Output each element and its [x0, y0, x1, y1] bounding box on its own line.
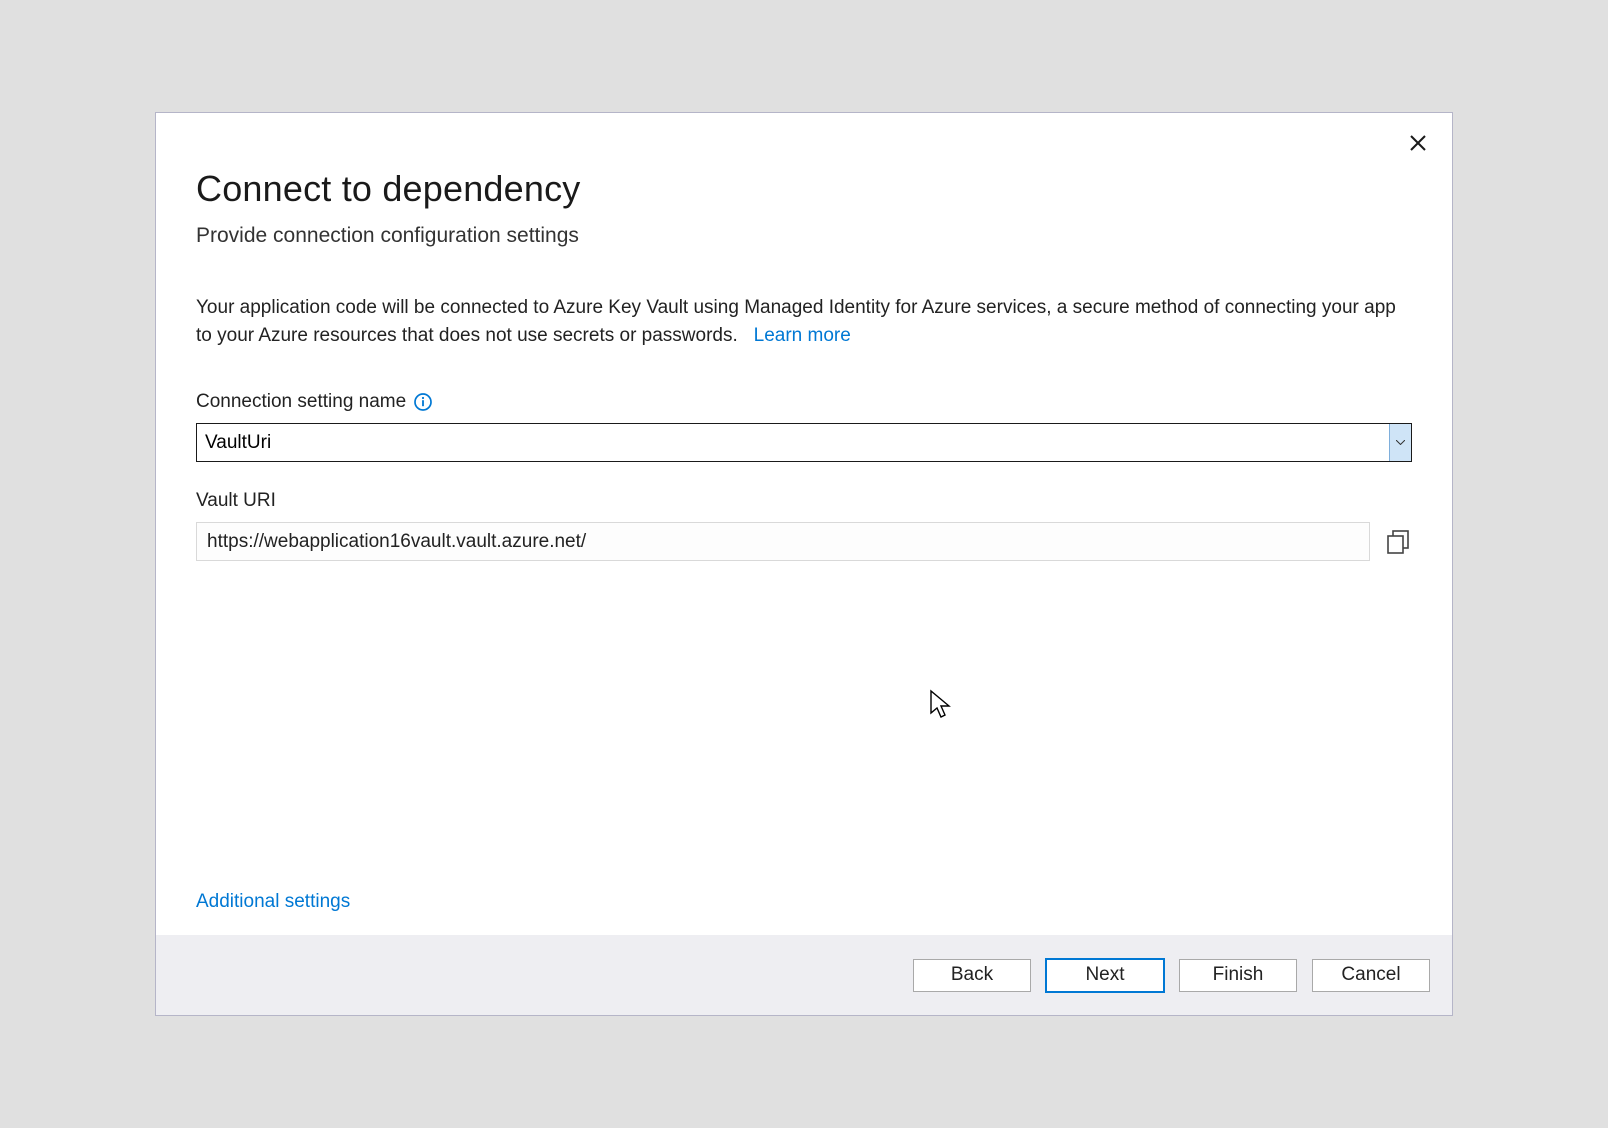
dialog-window: Connect to dependency Provide connection… [155, 112, 1453, 1016]
vault-uri-field: Vault URI [196, 490, 1412, 561]
next-button[interactable]: Next [1046, 959, 1164, 992]
page-title: Connect to dependency [196, 168, 1412, 210]
chevron-down-icon [1396, 440, 1405, 445]
connection-setting-combo [196, 423, 1412, 462]
connection-setting-field: Connection setting name [196, 391, 1412, 462]
description-text: Your application code will be connected … [196, 294, 1412, 349]
page-subtitle: Provide connection configuration setting… [196, 224, 1412, 248]
connection-setting-label-row: Connection setting name [196, 391, 1412, 413]
info-icon[interactable] [414, 393, 432, 411]
connection-setting-input[interactable] [197, 424, 1389, 461]
vault-uri-label-row: Vault URI [196, 490, 1412, 512]
connection-setting-label: Connection setting name [196, 391, 406, 413]
vault-uri-input[interactable] [196, 522, 1370, 561]
connection-setting-dropdown[interactable] [1389, 424, 1411, 461]
copy-icon [1384, 528, 1412, 556]
additional-settings-link[interactable]: Additional settings [196, 891, 1412, 913]
back-button[interactable]: Back [913, 959, 1031, 992]
learn-more-link[interactable]: Learn more [754, 325, 851, 346]
vault-uri-row [196, 522, 1412, 561]
finish-button[interactable]: Finish [1179, 959, 1297, 992]
button-bar: Back Next Finish Cancel [156, 935, 1452, 1015]
close-icon [1409, 134, 1427, 152]
cancel-button[interactable]: Cancel [1312, 959, 1430, 992]
copy-button[interactable] [1384, 528, 1412, 556]
vault-uri-label: Vault URI [196, 490, 276, 512]
dialog-content: Connect to dependency Provide connection… [156, 113, 1452, 935]
close-button[interactable] [1406, 131, 1430, 155]
